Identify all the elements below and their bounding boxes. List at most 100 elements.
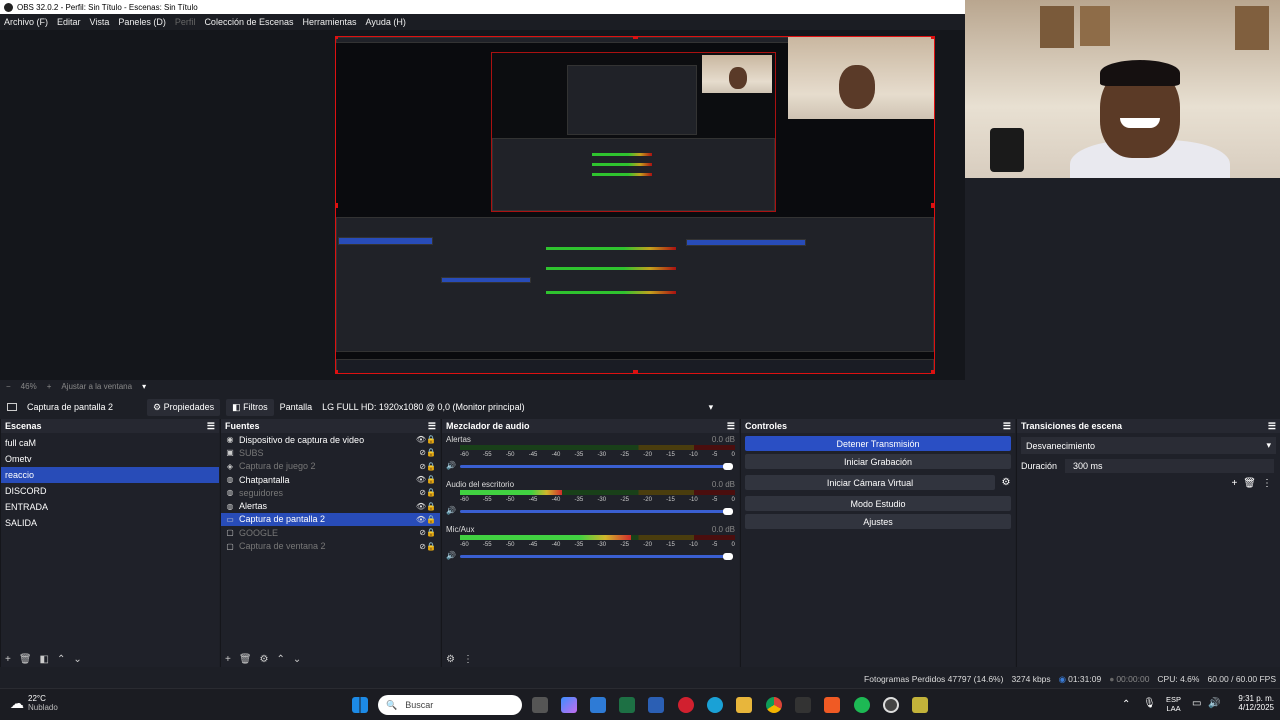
zoom-in-button[interactable]: + <box>47 382 52 391</box>
lock-icon[interactable]: 🔒 <box>426 542 436 551</box>
filter-icon[interactable]: ◧ <box>40 654 49 665</box>
start-recording-button[interactable]: Iniciar Grabación <box>745 454 1011 469</box>
epic-games-icon[interactable] <box>795 697 811 713</box>
duration-input[interactable]: 300 ms <box>1065 459 1274 473</box>
volume-slider[interactable] <box>460 463 733 470</box>
source-item[interactable]: ◍ Chatpantalla 👁 🔒 <box>221 473 440 486</box>
chrome-icon[interactable] <box>766 697 782 713</box>
menu-profile[interactable]: Perfil <box>175 17 196 27</box>
studio-mode-button[interactable]: Modo Estudio <box>745 496 1011 511</box>
transition-select[interactable]: Desvanecimiento ▾ <box>1021 437 1276 454</box>
filters-button[interactable]: ◧ Filtros <box>226 398 274 416</box>
source-item[interactable]: ◍ Alertas 👁 🔒 <box>221 499 440 512</box>
source-item[interactable]: ◈ Captura de juego 2 ⊘ 🔒 <box>221 460 440 473</box>
dock-menu-icon[interactable]: ☰ <box>727 421 735 432</box>
lock-icon[interactable]: 🔒 <box>426 435 436 444</box>
task-view-icon[interactable] <box>532 697 548 713</box>
brave-icon[interactable] <box>824 697 840 713</box>
fit-window-button[interactable]: Ajustar a la ventana <box>61 382 132 391</box>
menu-edit[interactable]: Editar <box>57 17 81 27</box>
menu-help[interactable]: Ayuda (H) <box>366 17 406 27</box>
menu-view[interactable]: Vista <box>90 17 110 27</box>
volume-knob[interactable] <box>723 508 733 515</box>
lock-icon[interactable]: 🔒 <box>426 462 436 471</box>
source-item[interactable]: ▢ Captura de ventana 2 ⊘ 🔒 <box>221 539 440 552</box>
language-indicator[interactable]: ESP LAA <box>1166 695 1181 713</box>
lock-icon[interactable]: 🔒 <box>426 488 436 497</box>
source-item[interactable]: ▭ Captura de pantalla 2 👁 🔒 <box>221 512 440 527</box>
add-icon[interactable]: + <box>225 654 231 665</box>
clock[interactable]: 9:31 p. m. 4/12/2025 <box>1226 694 1274 712</box>
eye-hidden-icon[interactable]: ⊘ <box>419 528 426 537</box>
zoom-out-button[interactable]: − <box>6 382 11 391</box>
volume-slider[interactable] <box>460 508 733 515</box>
chevron-up-icon[interactable]: ⌃ <box>57 654 65 665</box>
source-item[interactable]: ▣ SUBS ⊘ 🔒 <box>221 446 440 459</box>
stop-streaming-button[interactable]: Detener Transmisión <box>745 436 1011 451</box>
menu-docks[interactable]: Paneles (D) <box>118 17 166 27</box>
excel-icon[interactable] <box>619 697 635 713</box>
scene-item[interactable]: full caM <box>1 435 219 451</box>
more-options-icon[interactable]: ⋮ <box>1262 478 1272 489</box>
tray-chevron-icon[interactable]: ⌃ <box>1122 699 1130 710</box>
eye-hidden-icon[interactable]: ⊘ <box>419 542 426 551</box>
copilot-icon[interactable] <box>561 697 577 713</box>
dock-menu-icon[interactable]: ☰ <box>207 421 215 432</box>
speaker-icon[interactable]: 🔊 <box>446 506 456 515</box>
scene-item[interactable]: DISCORD <box>1 483 219 499</box>
edge-icon[interactable] <box>707 697 723 713</box>
eye-icon[interactable]: 👁 <box>416 502 426 511</box>
volume-slider[interactable] <box>460 553 733 560</box>
source-item[interactable]: ◍ seguidores ⊘ 🔒 <box>221 486 440 499</box>
properties-button[interactable]: ⚙ Propiedades <box>147 398 221 416</box>
speaker-icon[interactable]: 🔊 <box>446 551 456 560</box>
start-virtual-camera-button[interactable]: Iniciar Cámara Virtual <box>745 475 995 490</box>
scene-item[interactable]: reaccio <box>1 467 219 483</box>
eye-hidden-icon[interactable]: ⊘ <box>419 488 426 497</box>
lock-icon[interactable]: 🔒 <box>426 448 436 457</box>
zoom-dropdown-icon[interactable]: ▾ <box>142 382 146 391</box>
more-options-icon[interactable]: ⋮ <box>463 654 473 665</box>
preview-canvas[interactable] <box>335 36 935 374</box>
dock-menu-icon[interactable]: ☰ <box>428 421 436 432</box>
eye-hidden-icon[interactable]: ⊘ <box>419 448 426 457</box>
chevron-down-icon[interactable]: ⌄ <box>293 654 301 665</box>
mic-tray-icon[interactable]: 🎙 <box>1143 698 1156 709</box>
add-icon[interactable]: + <box>1231 478 1237 489</box>
trash-icon[interactable]: 🗑 <box>19 654 32 665</box>
speaker-icon[interactable]: 🔊 <box>446 461 456 470</box>
opera-icon[interactable] <box>678 697 694 713</box>
windows-start-icon[interactable] <box>352 697 368 713</box>
eye-hidden-icon[interactable]: ⊘ <box>419 462 426 471</box>
dock-menu-icon[interactable]: ☰ <box>1268 421 1276 432</box>
spotify-icon[interactable] <box>854 697 870 713</box>
volume-icon[interactable]: 🔊 <box>1208 698 1220 709</box>
chevron-down-icon[interactable]: ⌄ <box>73 654 81 665</box>
source-item[interactable]: ◉ Dispositivo de captura de video 👁 🔒 <box>221 433 440 446</box>
word-icon[interactable] <box>648 697 664 713</box>
scene-item[interactable]: ENTRADA <box>1 499 219 515</box>
trash-icon[interactable]: 🗑 <box>239 654 252 665</box>
add-icon[interactable]: + <box>5 654 11 665</box>
volume-knob[interactable] <box>723 553 733 560</box>
settings-button[interactable]: Ajustes <box>745 514 1011 529</box>
scene-item[interactable]: Ometv <box>1 451 219 467</box>
lock-icon[interactable]: 🔒 <box>426 502 436 511</box>
obs-icon[interactable] <box>883 697 899 713</box>
taskbar-search[interactable]: 🔍 Buscar <box>378 695 522 715</box>
lock-icon[interactable]: 🔒 <box>426 528 436 537</box>
scene-item[interactable]: SALIDA <box>1 515 219 531</box>
app-icon[interactable] <box>912 697 928 713</box>
source-item[interactable]: ▢ GOOGLE ⊘ 🔒 <box>221 526 440 539</box>
file-explorer-icon[interactable] <box>736 697 752 713</box>
display-select[interactable]: LG FULL HD: 1920x1080 @ 0,0 (Monitor pri… <box>322 402 717 413</box>
dock-menu-icon[interactable]: ☰ <box>1003 421 1011 432</box>
volume-knob[interactable] <box>723 463 733 470</box>
chevron-up-icon[interactable]: ⌃ <box>277 654 285 665</box>
gear-icon[interactable]: ⚙ <box>260 654 269 665</box>
trash-icon[interactable]: 🗑 <box>1243 478 1256 489</box>
gear-icon[interactable]: ⚙ <box>997 477 1015 488</box>
lock-icon[interactable]: 🔒 <box>426 515 436 524</box>
advanced-audio-icon[interactable]: ⚙ <box>446 654 455 665</box>
network-icon[interactable]: ▭ <box>1192 698 1201 709</box>
